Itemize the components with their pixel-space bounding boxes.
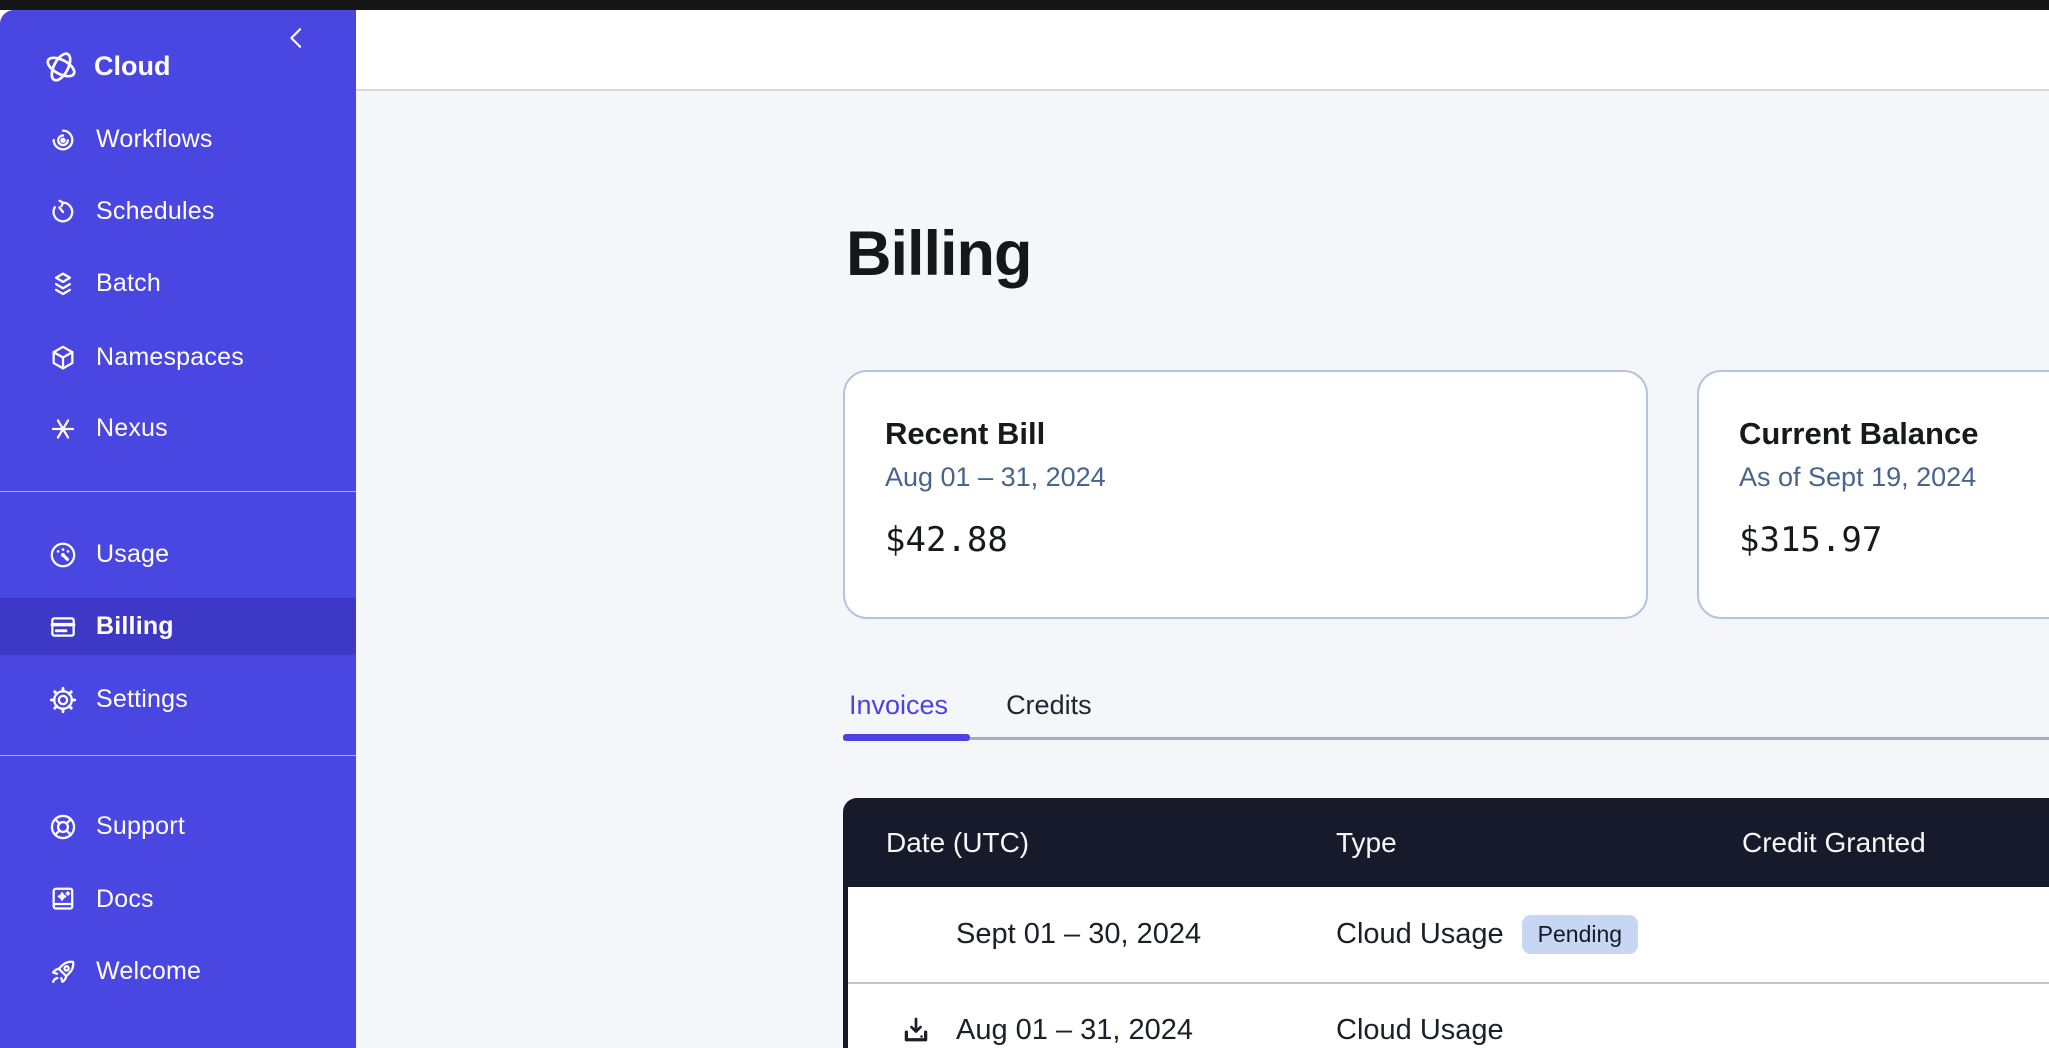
table-body: Sept 01 – 30, 2024 Cloud Usage Pending A… [843,887,2049,1048]
page-title: Billing [846,220,1031,289]
temporal-cloud-logo-icon [42,48,80,86]
sidebar: Cloud Workflows Schedules [0,10,356,1048]
chevron-left-icon [282,23,312,53]
table-row: Aug 01 – 31, 2024 Cloud Usage [848,982,2049,1048]
workflows-icon [46,123,80,157]
brand-label: Cloud [94,51,170,82]
sidebar-item-schedules[interactable]: Schedules [0,183,356,240]
column-header-date: Date (UTC) [843,827,1336,859]
card-title: Recent Bill [885,416,1606,452]
sidebar-item-batch[interactable]: Batch [0,255,356,312]
tab-invoices[interactable]: Invoices [843,688,954,723]
sidebar-item-usage[interactable]: Usage [0,526,356,583]
support-lifebuoy-icon [46,810,80,844]
settings-gear-icon [46,683,80,717]
sidebar-item-nexus[interactable]: Nexus [0,400,356,457]
download-slot-empty [899,918,933,952]
sidebar-item-welcome[interactable]: Welcome [0,943,356,1000]
table-header-row: Date (UTC) Type Credit Granted [843,798,2049,887]
collapse-sidebar-button[interactable] [282,23,312,53]
recent-bill-card: Recent Bill Aug 01 – 31, 2024 $42.88 [843,370,1648,619]
nexus-asterisk-icon [46,412,80,446]
invoice-type: Cloud Usage [1336,918,1504,951]
invoice-date: Sept 01 – 30, 2024 [956,918,1201,951]
tab-credits[interactable]: Credits [1000,688,1098,723]
window-top-strip [0,0,2049,10]
sidebar-item-workflows[interactable]: Workflows [0,111,356,168]
sidebar-item-docs[interactable]: Docs [0,871,356,928]
welcome-rocket-icon [46,955,80,989]
card-amount: $315.97 [1739,520,2049,560]
invoice-type: Cloud Usage [1336,1014,1504,1047]
sidebar-divider [0,491,356,492]
sidebar-item-settings[interactable]: Settings [0,671,356,728]
column-header-credit-granted: Credit Granted [1742,827,2049,859]
tabs-baseline [843,737,2049,740]
invoice-date: Aug 01 – 31, 2024 [956,1014,1193,1047]
download-icon [899,1014,933,1048]
sidebar-item-namespaces[interactable]: Namespaces [0,329,356,386]
usage-gauge-icon [46,538,80,572]
docs-book-icon [46,883,80,917]
column-header-type: Type [1336,827,1742,859]
batch-layers-icon [46,267,80,301]
schedules-clock-icon [46,195,80,229]
card-period: Aug 01 – 31, 2024 [885,462,1606,493]
card-amount: $42.88 [885,520,1606,560]
namespaces-cube-icon [46,341,80,375]
billing-tabs: Invoices Credits [843,688,1098,723]
sidebar-item-billing[interactable]: Billing [0,598,356,655]
billing-card-icon [46,610,80,644]
invoices-table: Date (UTC) Type Credit Granted Sept 01 –… [843,798,2049,1048]
status-badge: Pending [1522,915,1638,954]
table-row: Sept 01 – 30, 2024 Cloud Usage Pending [848,887,2049,982]
card-period: As of Sept 19, 2024 [1739,462,2049,493]
download-invoice-button[interactable] [899,1014,933,1048]
sidebar-divider [0,755,356,756]
card-title: Current Balance [1739,416,2049,452]
current-balance-card: Current Balance As of Sept 19, 2024 $315… [1697,370,2049,619]
sidebar-item-support[interactable]: Support [0,798,356,855]
active-tab-underline [843,734,970,741]
